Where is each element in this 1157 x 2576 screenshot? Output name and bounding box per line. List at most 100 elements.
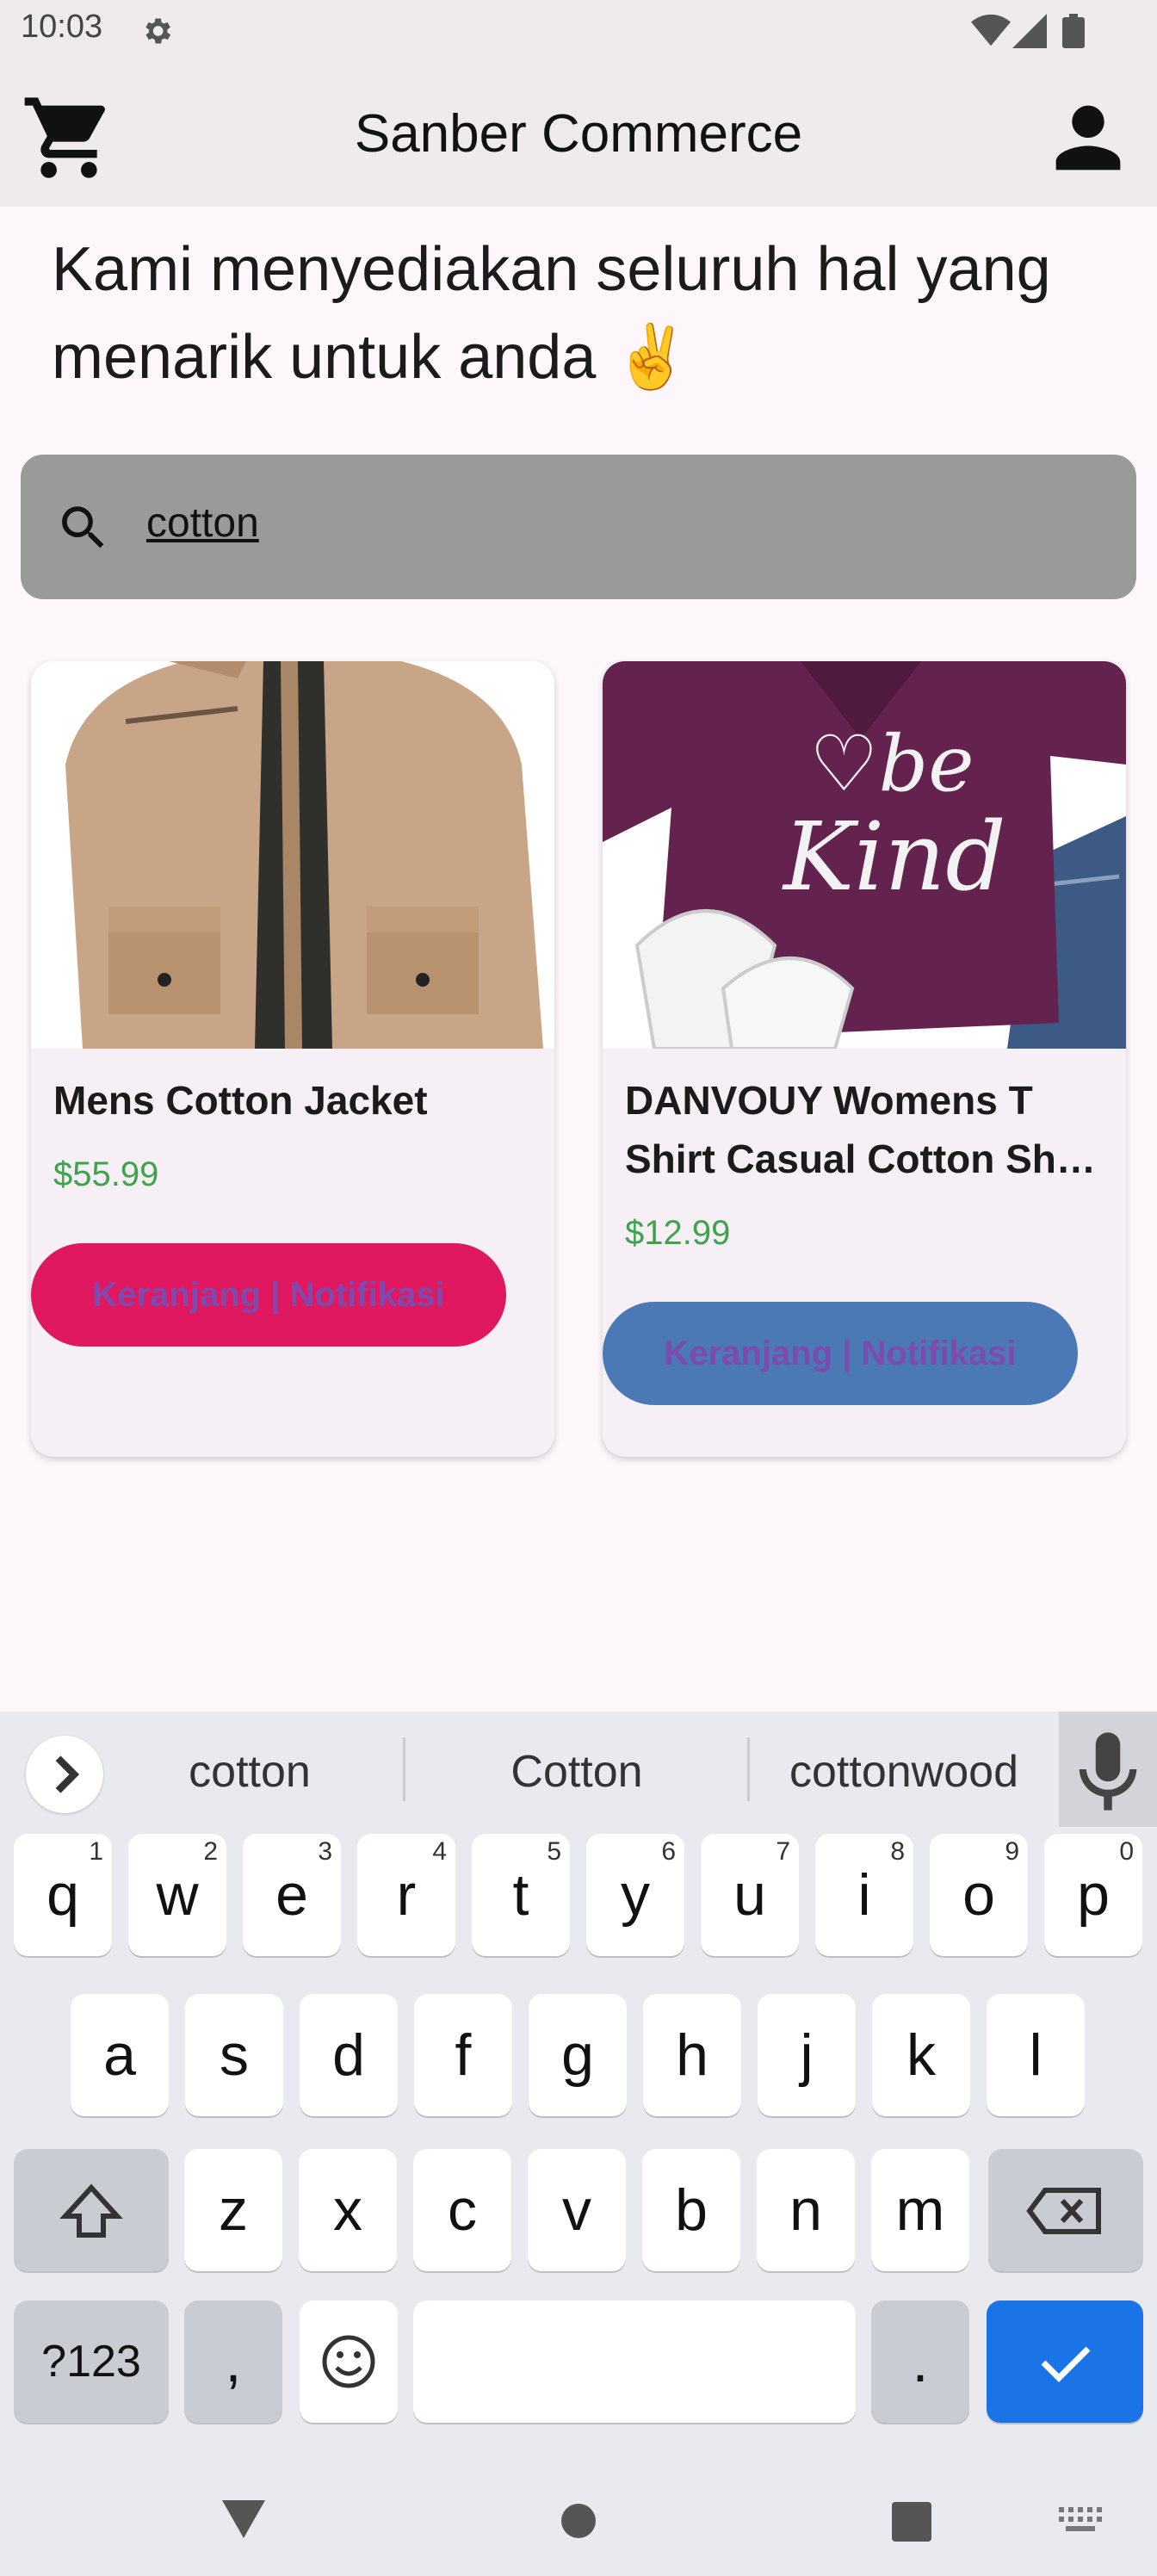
suggestion-3[interactable]: cottonwood (766, 1746, 1042, 1798)
key-p-label: p (1077, 1862, 1110, 1928)
keyboard: cotton Cotton cottonwood ?123 , . q1w2e3… (0, 1712, 1157, 2576)
key-e-label: e (275, 1862, 308, 1928)
key-r-number-hint: 4 (432, 1837, 447, 1866)
key-u[interactable]: u7 (701, 1834, 799, 1956)
key-i[interactable]: i8 (815, 1834, 913, 1956)
key-e-number-hint: 3 (318, 1837, 332, 1866)
key-m-label: m (895, 2177, 945, 2243)
key-g[interactable]: g (529, 1994, 627, 2116)
product-name: Mens Cotton Jacket (53, 1078, 428, 1123)
key-i-number-hint: 8 (890, 1837, 905, 1866)
backspace-key[interactable] (988, 2149, 1143, 2271)
shift-key[interactable] (14, 2149, 169, 2271)
enter-key[interactable] (987, 2300, 1143, 2423)
navigation-bar (0, 2469, 1157, 2576)
space-key[interactable] (413, 2300, 856, 2423)
microphone-icon (1079, 1732, 1137, 1811)
product-price: $12.99 (625, 1214, 731, 1252)
key-i-label: i (857, 1862, 871, 1928)
home-circle-icon[interactable] (560, 2502, 597, 2540)
product-card[interactable]: Mens Cotton Jacket $55.99 Keranjang | No… (31, 661, 554, 1457)
app-title: Sanber Commerce (354, 104, 803, 164)
key-q-number-hint: 1 (89, 1837, 103, 1866)
key-p[interactable]: p0 (1044, 1834, 1142, 1956)
key-r-label: r (396, 1862, 417, 1928)
keyboard-switch-icon[interactable] (1059, 2507, 1102, 2533)
key-g-label: g (561, 2022, 594, 2088)
key-w-label: w (156, 1862, 199, 1928)
key-x[interactable]: x (299, 2149, 397, 2271)
svg-text:Kind: Kind (782, 802, 1006, 912)
key-y-number-hint: 6 (661, 1837, 676, 1866)
shift-icon (59, 2183, 123, 2238)
key-t[interactable]: t5 (472, 1834, 570, 1956)
recents-square-icon[interactable] (892, 2502, 931, 2542)
search-icon (62, 506, 104, 548)
key-n-label: n (789, 2177, 822, 2243)
key-r[interactable]: r4 (357, 1834, 455, 1956)
key-o[interactable]: o9 (930, 1834, 1028, 1956)
key-s-label: s (220, 2022, 249, 2088)
key-j[interactable]: j (758, 1994, 856, 2116)
key-b-label: b (675, 2177, 708, 2243)
profile-icon[interactable] (1040, 90, 1136, 186)
key-s[interactable]: s (185, 1994, 283, 2116)
back-triangle-icon[interactable] (222, 2500, 265, 2538)
status-bar: 10:03 (0, 0, 1157, 65)
key-m[interactable]: m (871, 2149, 969, 2271)
key-w[interactable]: w2 (128, 1834, 226, 1956)
jacket-image (31, 661, 554, 1049)
key-f[interactable]: f (414, 1994, 512, 2116)
signal-icon (1012, 14, 1047, 48)
key-z[interactable]: z (184, 2149, 282, 2271)
key-l-label: l (1029, 2022, 1043, 2088)
cart-notification-button[interactable]: Keranjang | Notifikasi (603, 1302, 1078, 1405)
key-b[interactable]: b (642, 2149, 740, 2271)
chevron-right-icon (55, 1756, 80, 1793)
key-e[interactable]: e3 (243, 1834, 341, 1956)
key-y[interactable]: y6 (586, 1834, 684, 1956)
checkmark-icon (1041, 2346, 1091, 2382)
headline-text: Kami menyediakan seluruh hal yang menari… (52, 235, 1051, 392)
key-v-label: v (562, 2177, 591, 2243)
key-x-label: x (333, 2177, 362, 2243)
comma-key[interactable]: , (184, 2300, 282, 2423)
battery-icon (1062, 14, 1085, 48)
key-u-label: u (733, 1862, 766, 1928)
key-a-label: a (103, 2022, 136, 2088)
key-c-label: c (448, 2177, 477, 2243)
key-t-number-hint: 5 (547, 1837, 561, 1866)
emoji-icon (322, 2335, 375, 2388)
svg-text:♡be: ♡be (809, 719, 974, 809)
key-q[interactable]: q1 (14, 1834, 112, 1956)
key-l[interactable]: l (987, 1994, 1085, 2116)
key-z-label: z (219, 2177, 248, 2243)
search-input[interactable]: cotton (146, 499, 259, 547)
settings-gear-icon (145, 18, 171, 44)
key-a[interactable]: a (71, 1994, 169, 2116)
separator (747, 1737, 750, 1801)
key-k-label: k (906, 2022, 936, 2088)
suggestion-2[interactable]: Cotton (448, 1746, 706, 1798)
symbols-key[interactable]: ?123 (14, 2300, 169, 2423)
product-price: $55.99 (53, 1155, 159, 1193)
key-n[interactable]: n (757, 2149, 855, 2271)
key-w-number-hint: 2 (203, 1837, 218, 1866)
key-t-label: t (512, 1862, 529, 1928)
key-d[interactable]: d (300, 1994, 398, 2116)
key-c[interactable]: c (413, 2149, 511, 2271)
voice-input-button[interactable] (1059, 1712, 1157, 1827)
product-card[interactable]: ♡be Kind DANVOUY Womens T Shirt Casual C… (603, 661, 1126, 1457)
suggestion-1[interactable]: cotton (138, 1746, 362, 1798)
key-k[interactable]: k (872, 1994, 970, 2116)
period-key[interactable]: . (871, 2300, 969, 2423)
key-h[interactable]: h (643, 1994, 741, 2116)
key-j-label: j (800, 2022, 814, 2088)
backspace-icon (1026, 2188, 1101, 2234)
key-v[interactable]: v (528, 2149, 626, 2271)
expand-suggestions-button[interactable] (26, 1736, 103, 1813)
app-bar: Sanber Commerce (0, 65, 1157, 207)
cart-notification-button[interactable]: Keranjang | Notifikasi (31, 1243, 506, 1347)
emoji-key[interactable] (300, 2300, 398, 2423)
search-field[interactable]: cotton (21, 455, 1136, 599)
